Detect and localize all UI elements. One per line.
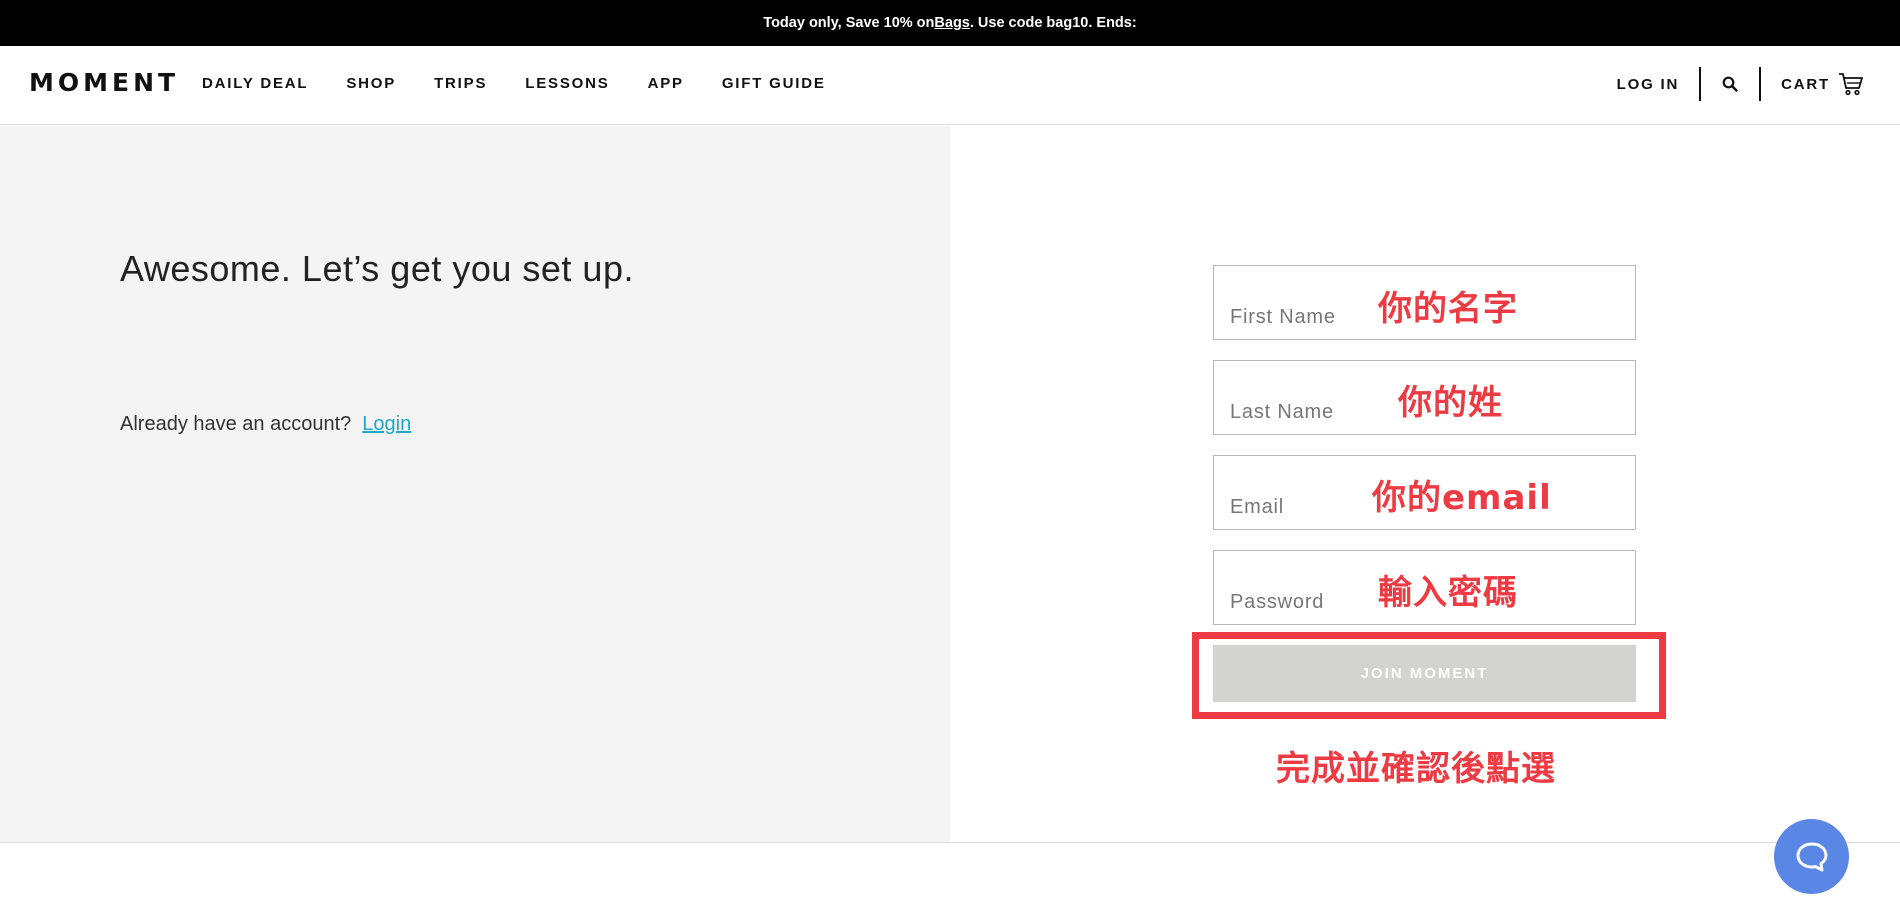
last-name-annotation: 你的姓 [1398, 383, 1503, 423]
cart-label: CART [1781, 75, 1830, 93]
password-annotation: 輸入密碼 [1378, 573, 1518, 613]
account-question: Already have an account? [120, 413, 352, 435]
cart-button[interactable]: CART [1761, 72, 1864, 96]
moment-logo[interactable]: MOMENT [29, 68, 179, 97]
promo-text-prefix: Today only, Save 10% on [763, 15, 935, 31]
cart-icon [1839, 73, 1863, 96]
nav-daily-deal[interactable]: DAILY DEAL [202, 75, 308, 92]
header-login-link[interactable]: LOG IN [1617, 76, 1699, 93]
intro-panel: Awesome. Let’s get you set up. Already h… [0, 126, 950, 842]
email-annotation: 你的email [1372, 478, 1552, 518]
first-name-annotation: 你的名字 [1378, 289, 1518, 329]
existing-account-row: Already have an account? Login [120, 413, 411, 436]
promo-banner: Today only, Save 10% on Bags . Use code … [0, 0, 1900, 46]
main-nav: DAILY DEAL SHOP TRIPS LESSONS APP GIFT G… [202, 75, 864, 92]
promo-text-suffix: . Use code bag10. Ends: [969, 15, 1137, 31]
search-icon [1722, 76, 1738, 92]
login-link[interactable]: Login [362, 413, 411, 436]
search-button[interactable] [1701, 66, 1759, 102]
join-moment-button[interactable]: JOIN MOMENT [1213, 645, 1636, 702]
nav-app[interactable]: APP [648, 75, 684, 92]
nav-gift-guide[interactable]: GIFT GUIDE [722, 75, 826, 92]
account-nav: LOG IN CART [1617, 66, 1864, 102]
nav-shop[interactable]: SHOP [346, 75, 396, 92]
nav-lessons[interactable]: LESSONS [525, 75, 609, 92]
site-header: MOMENT DAILY DEAL SHOP TRIPS LESSONS APP… [0, 46, 1900, 125]
submit-annotation: 完成並確認後點選 [1276, 749, 1556, 789]
chat-launcher-button[interactable] [1774, 819, 1849, 894]
chat-bubble-icon [1796, 842, 1827, 871]
promo-bags-link[interactable]: Bags [934, 15, 969, 31]
page-title: Awesome. Let’s get you set up. [120, 248, 634, 289]
nav-trips[interactable]: TRIPS [434, 75, 487, 92]
footer-divider [0, 842, 1900, 843]
